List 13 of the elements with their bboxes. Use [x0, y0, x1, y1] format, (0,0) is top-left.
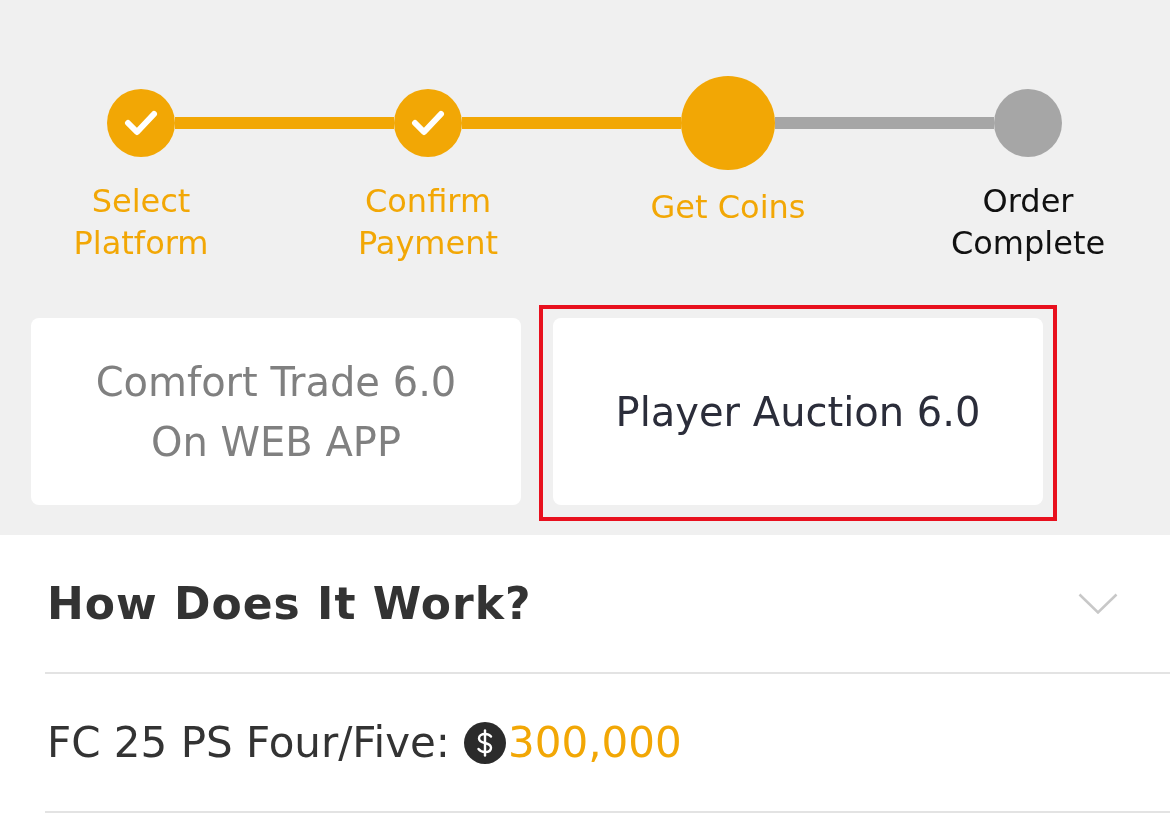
step-label: Get Coins: [650, 187, 806, 228]
accordion-title[interactable]: How Does It Work?: [47, 578, 532, 629]
price-amount: 300,000: [508, 718, 682, 767]
check-icon: [411, 110, 445, 136]
method-option[interactable]: Comfort Trade 6.0 On WEB APP: [31, 318, 521, 505]
step-label: Confirm Payment: [356, 181, 500, 264]
price-label: FC 25 PS Four/Five:: [47, 718, 450, 767]
dollar-coin-icon: [464, 721, 506, 764]
chevron-down-icon[interactable]: [1078, 593, 1118, 614]
check-icon: [124, 110, 158, 136]
method-option[interactable]: Player Auction 6.0: [553, 318, 1043, 505]
step-label: Select Platform: [72, 181, 210, 264]
step-label: Order Complete: [949, 181, 1107, 264]
